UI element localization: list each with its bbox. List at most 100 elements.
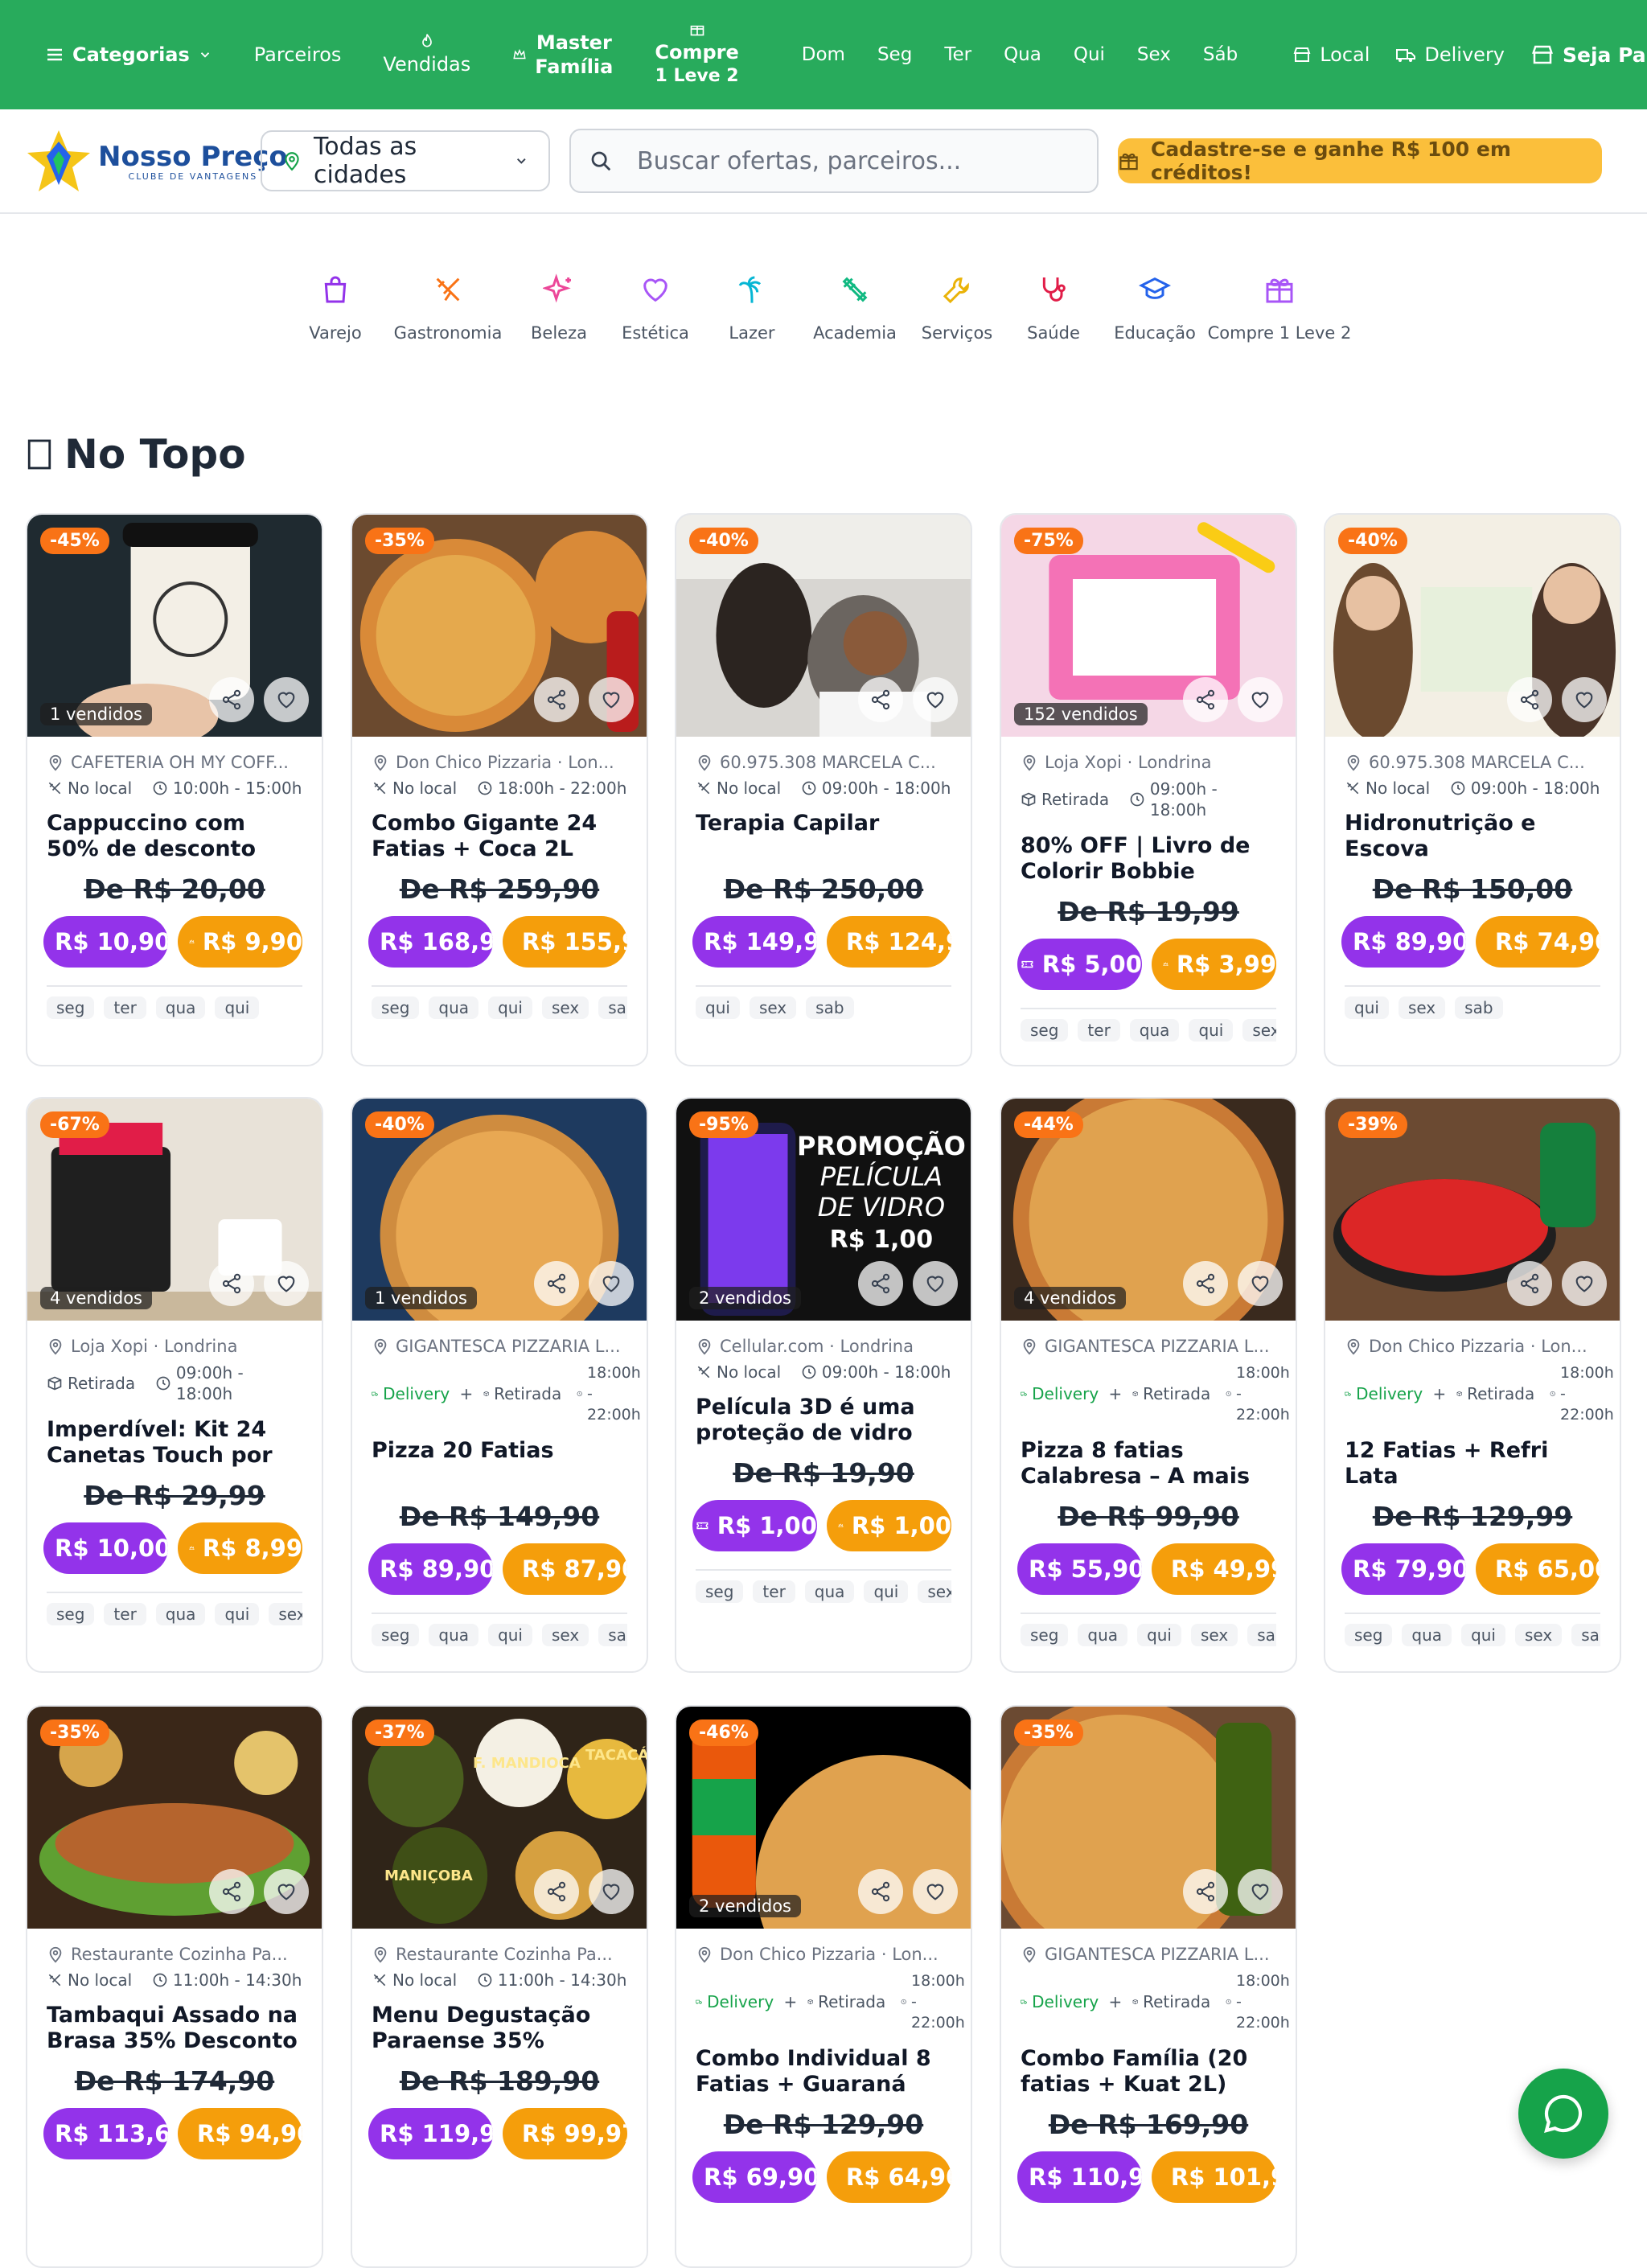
offer-card[interactable]: -35% GIGANTESCA PIZZARIA L... Delivery +… [1000, 1705, 1297, 2268]
member-price-button[interactable]: R$ 119,93 [368, 2108, 493, 2159]
favorite-button[interactable] [589, 677, 634, 722]
favorite-button[interactable] [1562, 1261, 1607, 1306]
master-price-button[interactable]: R$ 9,90 [177, 916, 302, 968]
day-filter-sex[interactable]: Sex [1121, 44, 1187, 65]
member-price-button[interactable]: R$ 149,9 [692, 916, 817, 968]
day-filter-qua[interactable]: Qua [988, 44, 1058, 65]
category-beleza[interactable]: Beleza [515, 273, 603, 343]
favorite-button[interactable] [1238, 677, 1283, 722]
category-lazer[interactable]: Lazer [708, 273, 796, 343]
master-price-button[interactable]: R$ 49,99 [1151, 1543, 1276, 1595]
master-price-button[interactable]: R$ 8,99 [177, 1522, 302, 1574]
share-button[interactable] [1183, 677, 1228, 722]
member-price-button[interactable]: R$ 110,90 [1017, 2151, 1142, 2203]
master-familia-link[interactable]: Master Família [491, 31, 634, 79]
favorite-button[interactable] [913, 1261, 958, 1306]
member-price-button[interactable]: R$ 168,9 [368, 916, 493, 968]
category-academia[interactable]: Academia [796, 273, 914, 343]
master-price-button[interactable]: R$ 65,00 [1475, 1543, 1600, 1595]
member-price-button[interactable]: R$ 10,00 [43, 1522, 168, 1574]
master-price-button[interactable]: R$ 94,90 [177, 2108, 302, 2159]
offer-card[interactable]: PROMOÇÃO PELÍCULA DE VIDRO R$ 1,00 -95% 2 ve… [675, 1097, 972, 1673]
master-price-button[interactable]: R$ 74,90 [1475, 916, 1600, 968]
category-servicos[interactable]: Serviços [914, 273, 1000, 343]
member-price-button[interactable]: R$ 1,00 [692, 1500, 817, 1551]
share-button[interactable] [858, 677, 903, 722]
offer-card[interactable]: F. MANDIOCA TACACÁ MANIÇOBA -37% Restaurant… [351, 1705, 648, 2268]
master-price-button[interactable]: R$ 1,00 [826, 1500, 951, 1551]
favorite-button[interactable] [264, 1261, 309, 1306]
vendidas-link[interactable]: Vendidas [362, 33, 491, 76]
master-price-button[interactable]: R$ 64,90 [826, 2151, 951, 2203]
member-price-button[interactable]: R$ 5,00 [1017, 939, 1142, 990]
share-button[interactable] [209, 677, 254, 722]
offer-card[interactable]: -67% 4 vendidos Loja Xopi · Londrina Ret… [26, 1097, 323, 1673]
master-price-button[interactable]: R$ 101,90 [1151, 2151, 1276, 2203]
delivery-filter[interactable]: Delivery [1382, 43, 1518, 66]
favorite-button[interactable] [589, 1869, 634, 1914]
favorite-button[interactable] [1238, 1261, 1283, 1306]
share-button[interactable] [209, 1869, 254, 1914]
favorite-button[interactable] [589, 1261, 634, 1306]
member-price-button[interactable]: R$ 69,90 [692, 2151, 817, 2203]
offer-card[interactable]: -35% Don Chico Pizzaria · Lon... No loca… [351, 513, 648, 1066]
offer-card[interactable]: -75% 152 vendidos Loja Xopi · Londrina R… [1000, 513, 1297, 1066]
categorias-menu[interactable]: Categorias [0, 43, 233, 66]
offer-card[interactable]: -46% 2 vendidos Don Chico Pizzaria · Lon… [675, 1705, 972, 2268]
day-filter-dom[interactable]: Dom [786, 44, 861, 65]
city-select[interactable]: Todas as cidades [261, 130, 550, 191]
favorite-button[interactable] [264, 677, 309, 722]
day-filter-qui[interactable]: Qui [1058, 44, 1121, 65]
master-price-button[interactable]: R$ 124,9 [826, 916, 951, 968]
category-gastronomia[interactable]: Gastronomia [381, 273, 515, 343]
category-saude[interactable]: Saúde [1000, 273, 1107, 343]
master-price-button[interactable]: R$ 87,90 [502, 1543, 627, 1595]
category-educacao[interactable]: Educação [1107, 273, 1203, 343]
offer-card[interactable]: -35% Restaurante Cozinha Pa... No local … [26, 1705, 323, 2268]
seja-parceiro-link[interactable]: Seja Parc [1518, 43, 1647, 67]
share-button[interactable] [209, 1261, 254, 1306]
signup-promo-button[interactable]: Cadastre-se e ganhe R$ 100 em créditos! [1118, 138, 1602, 184]
chat-button[interactable] [1518, 2069, 1608, 2159]
offer-card[interactable]: -45% 1 vendidos CAFETERIA OH MY COFF... … [26, 513, 323, 1066]
parceiros-link[interactable]: Parceiros [233, 43, 363, 66]
favorite-button[interactable] [264, 1869, 309, 1914]
category-estetica[interactable]: Estética [603, 273, 708, 343]
category-varejo[interactable]: Varejo [290, 273, 381, 343]
share-button[interactable] [1507, 1261, 1552, 1306]
member-price-button[interactable]: R$ 55,90 [1017, 1543, 1142, 1595]
day-filter-sab[interactable]: Sáb [1187, 44, 1254, 65]
compre-leve-link[interactable]: Compre 1 Leve 2 [634, 21, 759, 88]
favorite-button[interactable] [1562, 677, 1607, 722]
favorite-button[interactable] [913, 677, 958, 722]
offer-card[interactable]: -40% 1 vendidos GIGANTESCA PIZZARIA L...… [351, 1097, 648, 1673]
search-input[interactable]: Buscar ofertas, parceiros... [569, 129, 1099, 193]
share-button[interactable] [534, 1261, 579, 1306]
local-filter[interactable]: Local [1279, 43, 1382, 66]
favorite-button[interactable] [913, 1869, 958, 1914]
share-button[interactable] [534, 677, 579, 722]
master-price-button[interactable]: R$ 3,99 [1151, 939, 1276, 990]
member-price-button[interactable]: R$ 89,90 [1341, 916, 1466, 968]
day-filter-ter[interactable]: Ter [928, 44, 988, 65]
share-button[interactable] [534, 1869, 579, 1914]
favorite-button[interactable] [1238, 1869, 1283, 1914]
master-price-button[interactable]: R$ 99,97 [502, 2108, 627, 2159]
member-price-button[interactable]: R$ 10,90 [43, 916, 168, 968]
share-button[interactable] [1507, 677, 1552, 722]
offer-card[interactable]: -39% Don Chico Pizzaria · Lon... Deliver… [1324, 1097, 1621, 1673]
member-price-button[interactable]: R$ 89,90 [368, 1543, 493, 1595]
share-button[interactable] [858, 1869, 903, 1914]
offer-card[interactable]: -40% 60.975.308 MARCELA C... No local 09… [675, 513, 972, 1066]
member-price-button[interactable]: R$ 113,68 [43, 2108, 168, 2159]
member-price-button[interactable]: R$ 79,90 [1341, 1543, 1466, 1595]
share-button[interactable] [858, 1261, 903, 1306]
logo[interactable]: Nosso Preço CLUBE DE VANTAGENS [24, 127, 288, 196]
category-compre-1-leve-2[interactable]: Compre 1 Leve 2 [1203, 273, 1356, 343]
share-button[interactable] [1183, 1869, 1228, 1914]
offer-card[interactable]: -44% 4 vendidos GIGANTESCA PIZZARIA L...… [1000, 1097, 1297, 1673]
day-filter-seg[interactable]: Seg [861, 44, 928, 65]
share-button[interactable] [1183, 1261, 1228, 1306]
master-price-button[interactable]: R$ 155,9 [502, 916, 627, 968]
offer-card[interactable]: -40% 60.975.308 MARCELA C... No local 09… [1324, 513, 1621, 1066]
